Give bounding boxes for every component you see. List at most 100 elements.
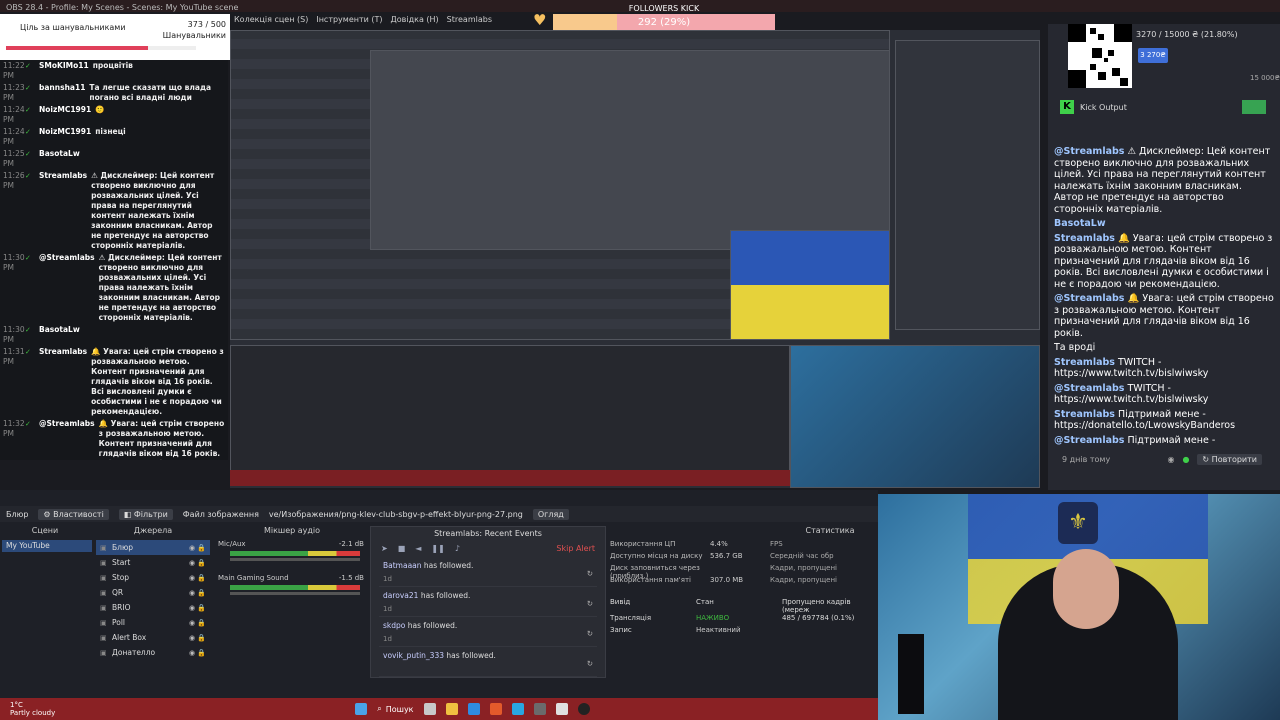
kick-output-action-button[interactable] <box>1242 100 1266 114</box>
follower-goal-widget: Ціль за шанувальниками 373 / 500 Шанувал… <box>0 14 230 60</box>
task-view-icon[interactable] <box>423 703 436 715</box>
source-item[interactable]: ▣ Poll ◉ 🔒 <box>96 615 210 630</box>
filter-icon: ◧ <box>123 509 132 519</box>
visibility-eye-icon[interactable]: ◉ 🔒 <box>189 574 206 582</box>
visibility-eye-icon[interactable]: ◉ 🔒 <box>189 634 206 642</box>
menu-tools[interactable]: Інструменти (T) <box>316 15 382 24</box>
browse-button[interactable]: Огляд <box>532 508 569 520</box>
source-item[interactable]: ▣ Start ◉ 🔒 <box>96 555 210 570</box>
kick-username[interactable]: @Streamlabs <box>1054 146 1124 157</box>
nested-obs-dock <box>230 345 790 485</box>
chat-panel[interactable]: 11:22 PM ✓ SMoKIMo11 процвітів 11:23 PM ✓ bann… <box>0 60 228 460</box>
weather-widget[interactable]: 1°C Partly cloudy <box>0 701 55 717</box>
start-icon[interactable] <box>355 703 368 715</box>
weather-temp: 1°C <box>10 701 23 709</box>
image-file-path[interactable]: ve/Изображения/png-klev-club-sbgv-p-effe… <box>269 510 523 519</box>
stats-key: Використання ЦП <box>610 540 676 548</box>
mixer-volume-slider[interactable] <box>230 558 360 561</box>
file-explorer-icon[interactable] <box>445 703 458 715</box>
chat-text: 🙂 <box>95 105 105 114</box>
replay-icon[interactable]: ↻ <box>587 659 593 668</box>
chat-message: 11:26 PM ✓ Streamlabs ⚠ Дисклеймер: Цей кон… <box>0 170 228 252</box>
event-username[interactable]: Batmaaan <box>383 561 422 570</box>
source-item[interactable]: ▣ Stop ◉ 🔒 <box>96 570 210 585</box>
chat-username[interactable]: @Streamlabs <box>39 419 95 460</box>
source-type-icon: ▣ <box>100 543 107 552</box>
search-icon: ⌕ <box>377 704 382 713</box>
visibility-eye-icon[interactable]: ◉ 🔒 <box>189 589 206 597</box>
visibility-eye-icon[interactable]: ◉ 🔒 <box>189 604 206 612</box>
chat-username[interactable]: Streamlabs <box>39 171 87 251</box>
filters-button[interactable]: ◧ Фільтри <box>118 508 173 520</box>
replay-icon[interactable]: ↻ <box>587 569 593 578</box>
source-item[interactable]: ▣ QR ◉ 🔒 <box>96 585 210 600</box>
chat-username[interactable]: NoizMC1991 <box>39 127 91 147</box>
scene-item[interactable]: My YouTube <box>2 540 92 552</box>
output-header-output: Вивід <box>610 598 631 606</box>
stats-value: 536.7 GB <box>710 552 743 560</box>
chat-username[interactable]: BasotaLw <box>39 325 80 345</box>
firefox-icon[interactable] <box>489 703 502 715</box>
volume-icon[interactable]: ♪ <box>455 544 460 553</box>
trash-icon[interactable]: ■ <box>398 544 406 553</box>
event-username[interactable]: darova21 <box>383 591 418 600</box>
followers-kick-label: FOLLOWERS KICK <box>628 4 700 13</box>
event-username[interactable]: vovik_putin_333 <box>383 651 444 660</box>
repeat-button[interactable]: ↻ Повторити <box>1197 453 1262 465</box>
output-state: НАЖИВО <box>696 614 730 622</box>
check-icon[interactable]: ● <box>1182 455 1189 464</box>
chat-username[interactable]: bannsha11 <box>39 83 85 103</box>
eye-icon[interactable]: ◉ <box>1167 455 1174 464</box>
kick-footer-time: 9 днів тому <box>1062 454 1111 464</box>
source-item[interactable]: ▣ Alert Box ◉ 🔒 <box>96 630 210 645</box>
app-icon[interactable] <box>533 703 546 715</box>
pause-icon[interactable]: ❚❚ <box>431 544 444 553</box>
skip-alert-button[interactable]: Skip Alert <box>556 544 595 553</box>
mixer-volume-slider[interactable] <box>230 592 360 595</box>
goal-progress-bar <box>6 46 196 50</box>
replay-icon[interactable]: ↻ <box>587 629 593 638</box>
kick-username[interactable]: @Streamlabs <box>1054 435 1124 446</box>
send-icon[interactable]: ➤ <box>381 544 388 553</box>
kick-username[interactable]: BasotaLw <box>1054 218 1106 229</box>
chat-time: 11:22 PM <box>3 61 25 80</box>
goal-label: Шанувальники <box>162 31 226 40</box>
chat-time: 11:24 PM <box>3 105 25 124</box>
telegram-icon[interactable] <box>511 703 524 715</box>
visibility-eye-icon[interactable]: ◉ 🔒 <box>189 649 206 657</box>
chat-username[interactable]: NoizMC1991 <box>39 105 91 125</box>
chat-username[interactable]: @Streamlabs <box>39 253 95 323</box>
kick-username[interactable]: Streamlabs <box>1054 233 1115 244</box>
event-username[interactable]: skdpo <box>383 621 405 630</box>
source-item[interactable]: ▣ Донателло ◉ 🔒 <box>96 645 210 660</box>
nested-capture-2 <box>370 50 890 250</box>
menu-help[interactable]: Довідка (H) <box>391 15 439 24</box>
output-name: Трансляція <box>610 614 652 622</box>
properties-button[interactable]: ⚙ Властивості <box>38 508 109 520</box>
chrome-icon[interactable] <box>555 703 568 715</box>
taskbar-search[interactable]: ⌕ Пошук <box>377 704 413 714</box>
kick-username[interactable]: Streamlabs <box>1054 409 1115 420</box>
menu-scene-collection[interactable]: Колекція сцен (S) <box>234 15 308 24</box>
output-name: Запис <box>610 626 632 634</box>
kick-username[interactable]: Streamlabs <box>1054 357 1115 368</box>
visibility-eye-icon[interactable]: ◉ 🔒 <box>189 619 206 627</box>
visibility-eye-icon[interactable]: ◉ 🔒 <box>189 544 206 552</box>
source-item[interactable]: ▣ BRIO ◉ 🔒 <box>96 600 210 615</box>
edge-icon[interactable] <box>467 703 480 715</box>
output-header-dropped: Пропущено кадрів (мереж <box>782 598 851 614</box>
chat-username[interactable]: BasotaLw <box>39 149 80 169</box>
kick-goal-text: 3270 / 15000 ₴ (21.80%) <box>1136 30 1238 39</box>
kick-username[interactable]: @Streamlabs <box>1054 383 1124 394</box>
obs-icon[interactable] <box>577 703 590 715</box>
source-item[interactable]: ▣ Блюр ◉ 🔒 <box>96 540 210 555</box>
replay-icon[interactable]: ↻ <box>587 599 593 608</box>
menu-streamlabs[interactable]: Streamlabs <box>447 15 492 24</box>
kick-username[interactable]: @Streamlabs <box>1054 293 1124 304</box>
source-name: Alert Box <box>112 633 147 642</box>
chat-username[interactable]: Streamlabs <box>39 347 87 417</box>
visibility-eye-icon[interactable]: ◉ 🔒 <box>189 559 206 567</box>
chat-username[interactable]: SMoKIMo11 <box>39 61 89 81</box>
mute-icon[interactable]: ◄ <box>415 544 421 553</box>
qr-module <box>1114 24 1132 42</box>
